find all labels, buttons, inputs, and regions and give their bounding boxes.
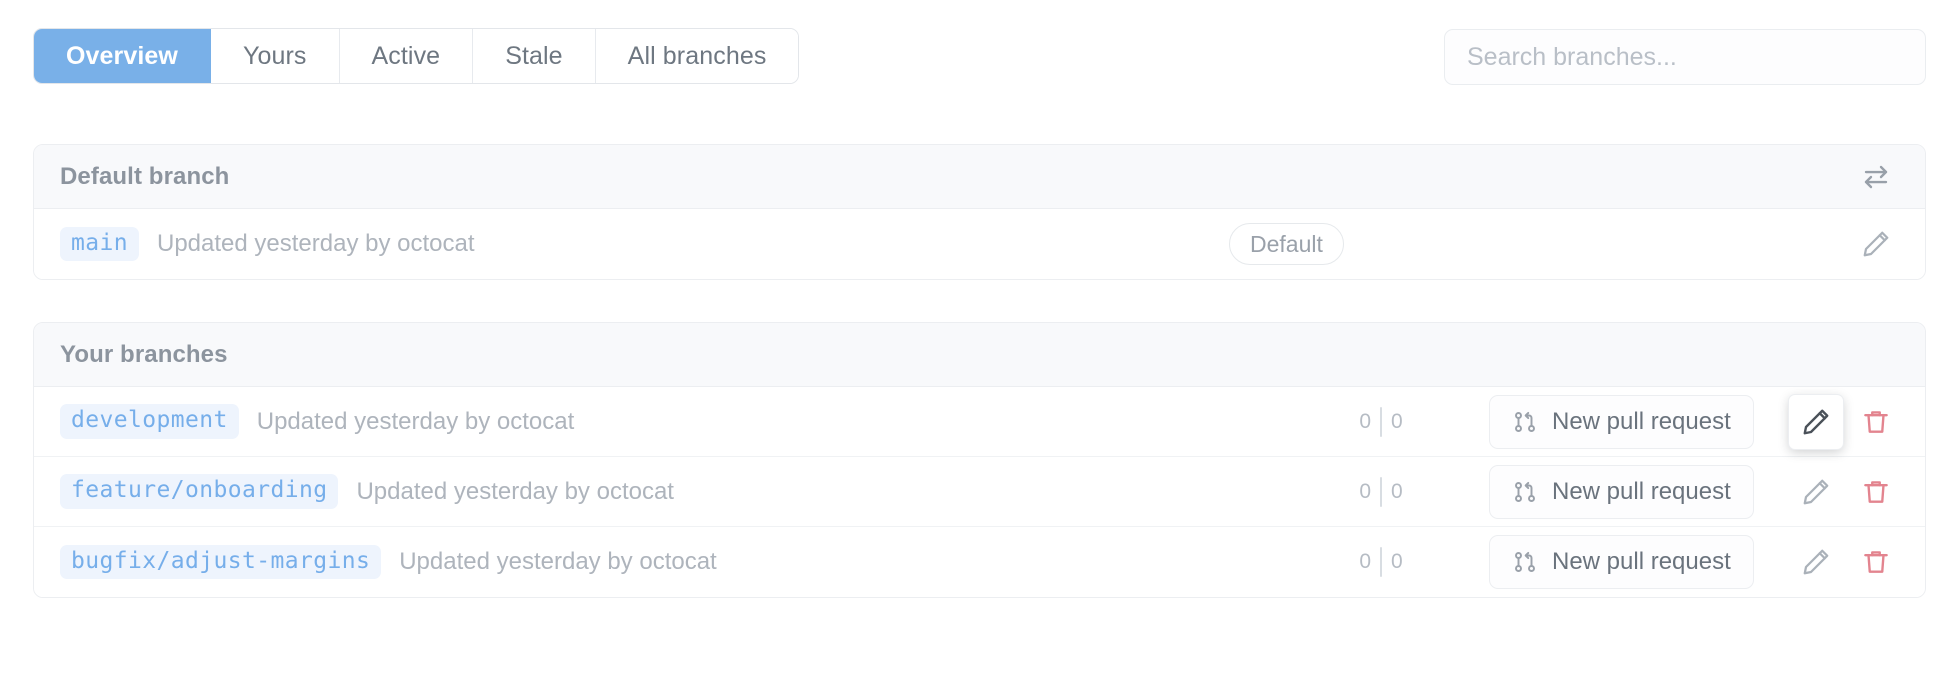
ahead-count: 0	[1359, 479, 1371, 503]
tab-yours[interactable]: Yours	[210, 29, 340, 83]
swap-default-branch-button[interactable]	[1853, 154, 1899, 200]
your-branches-card-header: Your branches	[34, 323, 1925, 387]
ahead-behind-divider	[1380, 406, 1382, 437]
new-pull-request-label: New pull request	[1552, 407, 1731, 435]
pr-cell: New pull request	[1489, 535, 1789, 589]
delete-branch-button[interactable]	[1849, 395, 1903, 449]
ahead-count: 0	[1359, 550, 1371, 573]
tab-yours-label: Yours	[242, 41, 307, 70]
row-actions	[1789, 394, 1903, 449]
git-pull-request-icon	[1512, 549, 1538, 575]
pr-cell: New pull request	[1489, 464, 1789, 519]
tab-all-branches-label: All branches	[627, 41, 767, 70]
ahead-behind-counts: 0 0	[1279, 476, 1489, 507]
row-actions	[1849, 217, 1903, 271]
branch-name-link[interactable]: main	[60, 226, 139, 262]
badge-cell: Default	[1229, 223, 1849, 265]
branch-name-link[interactable]: development	[60, 404, 239, 439]
rename-branch-button[interactable]	[1789, 465, 1843, 519]
row-actions	[1789, 535, 1903, 589]
branch-name-link[interactable]: feature/onboarding	[60, 474, 339, 509]
table-row: feature/onboarding Updated yesterday by …	[34, 457, 1925, 527]
tab-all-branches[interactable]: All branches	[595, 29, 799, 83]
ahead-behind-divider	[1380, 476, 1382, 507]
tab-overview[interactable]: Overview	[34, 29, 211, 83]
rename-branch-button[interactable]	[1789, 394, 1843, 449]
branch-updated-meta: Updated yesterday by octocat	[157, 230, 475, 257]
rename-branch-button[interactable]	[1789, 535, 1843, 589]
default-branch-title: Default branch	[60, 162, 230, 190]
pencil-icon	[1861, 229, 1891, 259]
branch-updated-meta: Updated yesterday by octocat	[399, 548, 717, 575]
behind-count: 0	[1391, 550, 1403, 573]
new-pull-request-button[interactable]: New pull request	[1489, 394, 1754, 449]
trash-icon	[1861, 547, 1891, 577]
trash-icon	[1861, 477, 1891, 507]
ahead-behind-counts: 0 0	[1279, 406, 1489, 437]
table-row: main Updated yesterday by octocat Defaul…	[34, 209, 1925, 279]
new-pull-request-button[interactable]: New pull request	[1489, 535, 1754, 589]
delete-branch-button[interactable]	[1849, 465, 1903, 519]
ahead-behind-divider	[1380, 547, 1382, 577]
search-input[interactable]	[1444, 29, 1926, 85]
new-pull-request-button[interactable]: New pull request	[1489, 464, 1754, 519]
trash-icon	[1861, 407, 1891, 437]
pencil-icon	[1801, 407, 1831, 437]
git-pull-request-icon	[1512, 479, 1538, 505]
swap-arrows-icon	[1861, 162, 1891, 192]
ahead-behind-counts: 0 0	[1279, 547, 1489, 577]
pencil-icon	[1801, 547, 1831, 577]
status-badge: Default	[1229, 223, 1344, 265]
pencil-icon	[1801, 477, 1831, 507]
tab-overview-label: Overview	[66, 41, 178, 70]
branch-updated-meta: Updated yesterday by octocat	[356, 477, 674, 505]
new-pull-request-label: New pull request	[1552, 548, 1731, 575]
tab-stale-label: Stale	[505, 41, 563, 70]
branch-name-link[interactable]: bugfix/adjust-margins	[60, 544, 382, 580]
delete-branch-button[interactable]	[1849, 535, 1903, 589]
pr-cell: New pull request	[1489, 394, 1789, 449]
row-actions	[1789, 465, 1903, 519]
your-branches-title: Your branches	[60, 340, 228, 368]
default-branch-card: Default branch main Updated yesterday by…	[33, 144, 1926, 280]
tab-active[interactable]: Active	[339, 29, 474, 83]
ahead-behind-group: 0 0	[1359, 406, 1403, 437]
rename-branch-button[interactable]	[1849, 217, 1903, 271]
branch-filter-tabs: Overview Yours Active Stale All branches	[33, 28, 800, 84]
branches-page: Overview Yours Active Stale All branches…	[0, 0, 1959, 687]
branches-toolbar: Overview Yours Active Stale All branches	[0, 28, 1959, 85]
default-branch-card-header: Default branch	[34, 145, 1925, 209]
new-pull-request-label: New pull request	[1552, 477, 1731, 505]
your-branches-card: Your branches development Updated yester…	[33, 322, 1926, 598]
tab-active-label: Active	[371, 41, 441, 70]
tab-stale[interactable]: Stale	[473, 29, 596, 83]
ahead-behind-group: 0 0	[1359, 476, 1403, 507]
ahead-count: 0	[1359, 409, 1371, 433]
table-row: development Updated yesterday by octocat…	[34, 387, 1925, 457]
ahead-behind-group: 0 0	[1359, 547, 1403, 577]
branch-updated-meta: Updated yesterday by octocat	[256, 407, 575, 435]
git-pull-request-icon	[1512, 409, 1538, 435]
behind-count: 0	[1391, 409, 1403, 433]
table-row: bugfix/adjust-margins Updated yesterday …	[34, 527, 1925, 597]
behind-count: 0	[1391, 479, 1403, 503]
